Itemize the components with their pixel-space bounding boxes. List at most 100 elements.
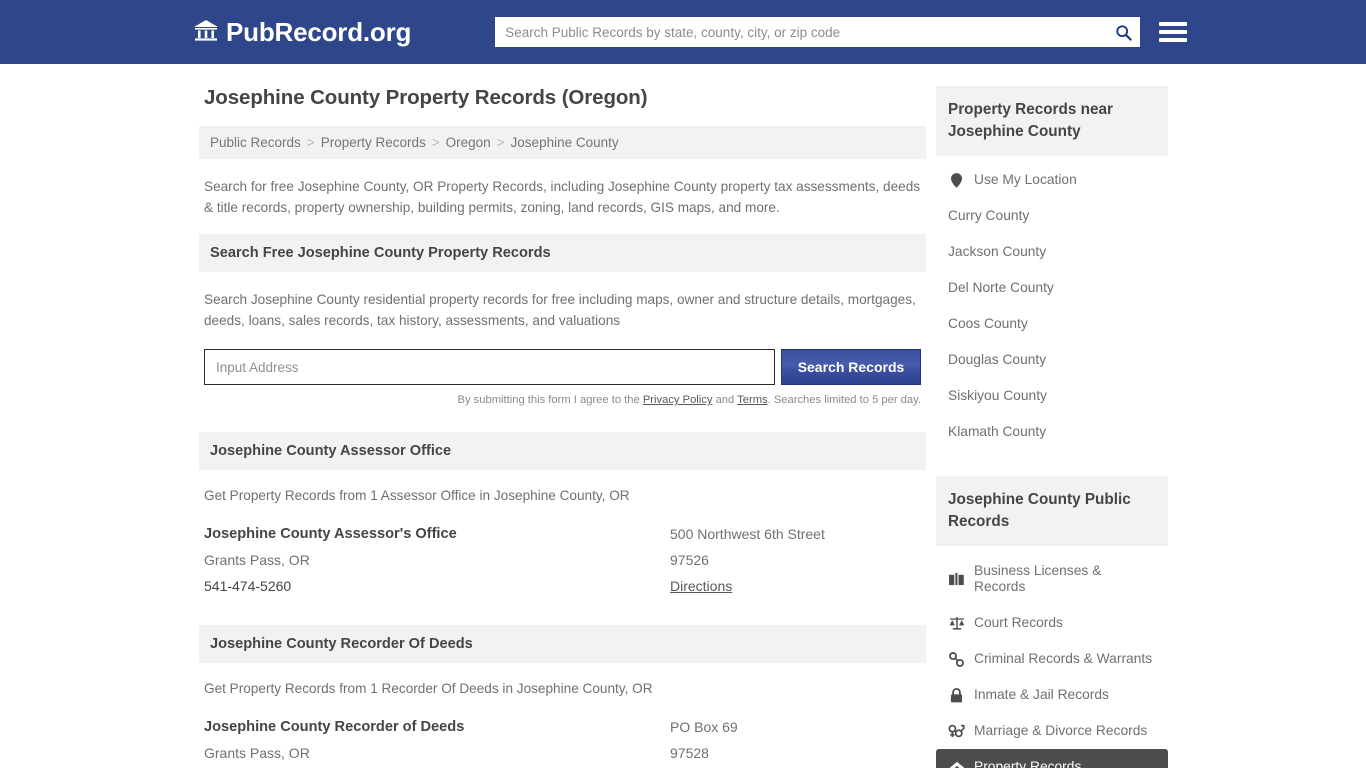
breadcrumb-item-josephine-county: Josephine County [510,135,619,150]
search-box [495,17,1141,47]
sidebar-item-label: Marriage & Divorce Records [974,723,1148,738]
recorder-of-deeds-row: Josephine County Recorder of Deeds Grant… [199,696,926,768]
breadcrumb-item-property-records[interactable]: Property Records [321,135,426,150]
sidebar-item-label: Douglas County [948,352,1047,367]
search-section-description: Search Josephine County residential prop… [204,292,916,328]
public-records-heading: Josephine County Public Records [936,476,1168,546]
briefcase-icon [948,572,965,586]
breadcrumb-separator: > [496,135,505,150]
map-pin-icon [948,172,965,188]
sidebar-item-klamath-county[interactable]: Klamath County [936,414,1168,450]
site-logo-text: PubRecord.org [226,17,412,47]
nearby-records-panel: Property Records near Josephine County U… [936,86,1168,450]
page-intro-text: Search for free Josephine County, OR Pro… [204,179,921,215]
assessor-office-street: 500 Northwest 6th Street [670,526,825,542]
assessor-office-heading: Josephine County Assessor Office [199,432,926,470]
sidebar-item-label: Curry County [948,208,1030,223]
hamburger-bar [1159,30,1188,34]
padlock-icon [948,687,965,703]
breadcrumb-item-public-records[interactable]: Public Records [210,135,301,150]
assessor-office-right-column: 500 Northwest 6th Street 97526 Direction… [670,521,921,599]
sidebar-item-douglas-county[interactable]: Douglas County [936,342,1168,378]
disclaimer-text-post: . Searches limited to 5 per day. [767,394,921,406]
bank-building-icon [193,18,219,47]
nearby-records-list: Use My Location Curry County Jackson Cou… [936,156,1168,450]
header-search-area [495,17,1188,47]
sidebar-item-label: Court Records [974,615,1063,630]
breadcrumb: Public Records > Property Records > Oreg… [199,126,926,159]
search-section-heading: Search Free Josephine County Property Re… [199,234,926,272]
recorder-office-name: Josephine County Recorder of Deeds [204,719,465,735]
sidebar-item-label: Coos County [948,316,1028,331]
hamburger-menu-icon[interactable] [1159,22,1188,42]
sidebar-item-siskiyou-county[interactable]: Siskiyou County [936,378,1168,414]
site-logo[interactable]: PubRecord.org [193,18,411,47]
disclaimer-text-mid: and [712,394,738,406]
form-disclaimer: By submitting this form I agree to the P… [204,394,921,406]
sidebar-item-label: Criminal Records & Warrants [974,651,1153,666]
scales-of-justice-icon [948,616,965,630]
recorder-office-street: PO Box 69 [670,719,738,735]
public-records-list: Business Licenses & Records Court Record… [936,546,1168,768]
page-title: Josephine County Property Records (Orego… [204,86,648,109]
recorder-of-deeds-heading: Josephine County Recorder Of Deeds [199,625,926,663]
recorder-office-zip: 97528 [670,745,709,761]
hamburger-bar [1159,38,1188,42]
recorder-left-column: Josephine County Recorder of Deeds Grant… [204,714,670,768]
assessor-office-row: Josephine County Assessor's Office Grant… [199,503,926,599]
sidebar-item-criminal-records[interactable]: Criminal Records & Warrants [936,641,1168,677]
sidebar-item-court-records[interactable]: Court Records [936,605,1168,641]
breadcrumb-separator: > [306,135,315,150]
breadcrumb-item-oregon[interactable]: Oregon [446,135,491,150]
assessor-office-city-state: Grants Pass, OR [204,552,310,568]
nearby-records-heading: Property Records near Josephine County [936,86,1168,156]
recorder-of-deeds-block: Josephine County Recorder Of Deeds Get P… [199,625,926,768]
recorder-office-city-state: Grants Pass, OR [204,745,310,761]
venus-mars-icon [948,724,965,738]
search-records-button[interactable]: Search Records [781,349,921,385]
sidebar-item-del-norte-county[interactable]: Del Norte County [936,270,1168,306]
property-search-form: Search Records [204,349,921,385]
assessor-office-description: Get Property Records from 1 Assessor Off… [204,488,630,503]
sidebar-item-jackson-county[interactable]: Jackson County [936,234,1168,270]
assessor-office-name: Josephine County Assessor's Office [204,526,457,542]
sidebar-item-label: Klamath County [948,424,1047,439]
sidebar-item-label: Jackson County [948,244,1047,259]
recorder-of-deeds-description: Get Property Records from 1 Recorder Of … [204,681,653,696]
sidebar-item-business-licenses[interactable]: Business Licenses & Records [936,553,1168,605]
main-content: Josephine County Property Records (Orego… [199,86,926,768]
public-records-panel: Josephine County Public Records Business… [936,476,1168,768]
sidebar-item-property-records[interactable]: Property Records [936,749,1168,768]
assessor-office-directions: Directions [670,573,921,599]
search-icon[interactable] [1112,21,1134,43]
sidebar-item-label: Property Records [974,759,1082,768]
assessor-office-zip: 97526 [670,552,709,568]
disclaimer-text-pre: By submitting this form I agree to the [457,394,643,406]
sidebar-item-label: Del Norte County [948,280,1054,295]
assessor-office-phone: 541-474-5260 [204,578,292,594]
privacy-policy-link[interactable]: Privacy Policy [643,394,713,406]
house-icon [948,760,965,768]
sidebar-item-label: Business Licenses & Records [974,563,1102,594]
sidebar-item-label: Inmate & Jail Records [974,687,1109,702]
sidebar-item-coos-county[interactable]: Coos County [936,306,1168,342]
sidebar-item-marriage-divorce-records[interactable]: Marriage & Divorce Records [936,713,1168,749]
hamburger-bar [1159,22,1188,26]
sidebar-item-inmate-jail-records[interactable]: Inmate & Jail Records [936,677,1168,713]
terms-link[interactable]: Terms [737,394,767,406]
assessor-office-block: Josephine County Assessor Office Get Pro… [199,432,926,599]
sidebar-item-label: Use My Location [974,172,1077,187]
search-input[interactable] [495,17,1141,47]
sidebar-item-curry-county[interactable]: Curry County [936,198,1168,234]
sidebar-item-label: Siskiyou County [948,388,1047,403]
sidebar-item-use-my-location[interactable]: Use My Location [936,162,1168,198]
page-body: Josephine County Property Records (Orego… [0,64,1366,768]
assessor-office-left-column: Josephine County Assessor's Office Grant… [204,521,670,599]
site-header: PubRecord.org [0,0,1366,64]
sidebar: Property Records near Josephine County U… [936,86,1168,768]
breadcrumb-separator: > [431,135,440,150]
assessor-directions-link[interactable]: Directions [670,578,732,594]
handcuffs-icon [948,651,965,667]
recorder-right-column: PO Box 69 97528 Directions [670,714,921,768]
address-input[interactable] [204,349,775,385]
